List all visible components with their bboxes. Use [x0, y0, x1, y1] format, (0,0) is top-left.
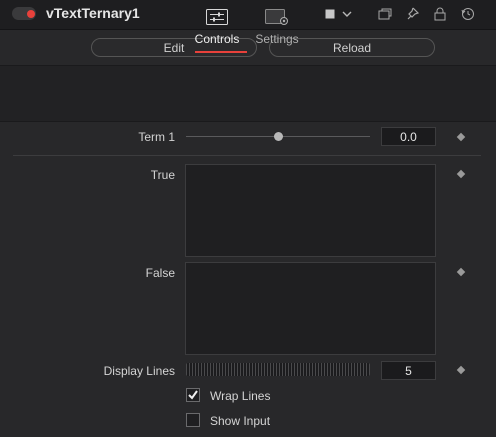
show-input-checkbox[interactable] — [186, 413, 200, 427]
tab-controls-label: Controls — [194, 32, 240, 46]
true-keyframe-icon[interactable] — [456, 169, 466, 179]
lock-icon[interactable] — [431, 5, 449, 23]
active-tab-indicator — [195, 51, 247, 53]
node-title: vTextTernary1 — [46, 5, 140, 21]
node-enable-toggle[interactable] — [12, 7, 36, 20]
show-input-label: Show Input — [210, 414, 271, 428]
term1-keyframe-icon[interactable] — [456, 132, 466, 142]
toggle-indicator — [27, 9, 35, 18]
window-icon[interactable] — [376, 5, 394, 23]
true-label: True — [150, 168, 175, 182]
wrap-lines-label: Wrap Lines — [210, 389, 271, 403]
false-label: False — [145, 266, 175, 280]
wrap-lines-checkbox[interactable] — [186, 388, 200, 402]
tab-settings[interactable]: Settings — [245, 6, 309, 52]
checkmark-icon — [188, 390, 198, 400]
color-square-icon[interactable] — [321, 5, 339, 23]
term1-value-field[interactable]: 0.0 — [381, 127, 436, 146]
false-keyframe-icon[interactable] — [456, 267, 466, 277]
term1-slider-handle[interactable] — [274, 132, 283, 141]
display-lines-value-field[interactable]: 5 — [381, 361, 436, 380]
pin-icon[interactable] — [403, 5, 421, 23]
section-divider — [13, 155, 481, 156]
display-lines-keyframe-icon[interactable] — [456, 365, 466, 375]
tab-controls[interactable]: Controls — [185, 6, 249, 53]
true-text-field[interactable] — [185, 164, 436, 257]
display-lines-slider[interactable] — [186, 363, 370, 376]
reset-icon[interactable] — [459, 5, 477, 23]
tab-bar — [0, 65, 496, 122]
chevron-down-icon[interactable] — [338, 5, 356, 23]
settings-panel-icon — [265, 6, 289, 28]
sliders-icon — [206, 6, 228, 28]
display-lines-label: Display Lines — [103, 364, 175, 378]
false-text-field[interactable] — [185, 262, 436, 355]
term1-label: Term 1 — [138, 130, 175, 144]
tab-settings-label: Settings — [255, 32, 299, 46]
